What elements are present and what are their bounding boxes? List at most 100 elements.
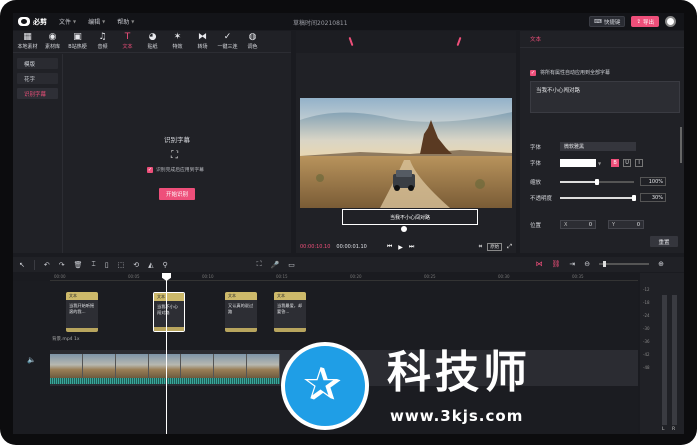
focus-icon[interactable]: ⛶: [257, 260, 262, 269]
start-recognition-button[interactable]: 开始识别: [159, 188, 195, 200]
crop-clip-icon[interactable]: ⬚: [118, 261, 125, 269]
tool-triple-like[interactable]: ✓ 一键三连: [215, 31, 240, 52]
marker-right-icon: [456, 36, 462, 47]
video-preview[interactable]: [300, 98, 512, 208]
side-tab-template[interactable]: 模版: [17, 58, 58, 69]
tool-sticker[interactable]: ◕ 贴纸: [140, 31, 165, 52]
tool-color[interactable]: ◍ 调色: [240, 31, 265, 52]
split-icon[interactable]: ⌶: [92, 260, 96, 269]
record-icon[interactable]: ▭: [288, 261, 295, 269]
zoom-slider[interactable]: [599, 261, 650, 267]
tool-bilibili[interactable]: ▣ B站热梗: [65, 31, 90, 52]
text-side-tabs: 模版 花字 识别字幕: [13, 54, 63, 253]
vu-scale: -12 -18 -24 -30 -36 -42 -48: [643, 283, 650, 374]
italic-button[interactable]: I: [635, 159, 644, 167]
preview-player: 当我不小心闯对路 00:00:10.10 00:00:01.10 ⏮ ▶ ⏭ ⌗…: [296, 31, 516, 253]
menu-file[interactable]: 文件 ▼: [59, 17, 76, 26]
export-button[interactable]: ⇪ 导出: [631, 16, 659, 27]
app-window: 必剪 文件 ▼ 编辑 ▼ 帮助 ▼ 草稿时间20210811 ⌨ 快捷键 ⇪ 导出 ▦ 本地…: [13, 13, 684, 434]
zoom-in-icon[interactable]: ⊕: [658, 260, 664, 268]
music-icon: ♫: [98, 32, 107, 42]
like-icon: ✓: [223, 32, 232, 42]
mirror-icon[interactable]: ◭: [148, 261, 153, 269]
reverse-icon[interactable]: ⟲: [133, 261, 139, 269]
apply-caption-checkbox[interactable]: ✓ 识别完成后应用到字幕: [147, 166, 204, 173]
speaker-icon[interactable]: 🔈: [27, 356, 37, 366]
menu-help[interactable]: 帮助 ▼: [117, 17, 134, 26]
font-label: 字体: [530, 144, 542, 151]
opacity-knob[interactable]: [632, 194, 636, 201]
scale-slider[interactable]: [560, 178, 634, 185]
rotate-handle-icon[interactable]: [401, 226, 407, 232]
clip-tag: 文本: [154, 293, 184, 301]
side-tab-recognize-caption[interactable]: 识别字幕: [17, 88, 58, 99]
zoom-out-icon[interactable]: ⊖: [584, 260, 590, 268]
tool-label: 本地素材: [17, 44, 38, 50]
fit-icon[interactable]: ⇥: [569, 260, 575, 268]
vu-tick: -18: [643, 300, 650, 305]
y-value: 0: [636, 221, 640, 228]
menu-edit[interactable]: 编辑 ▼: [88, 17, 105, 26]
snap-icon[interactable]: ⋈: [535, 260, 542, 268]
position-y-input[interactable]: Y0: [608, 220, 644, 229]
color-swatch[interactable]: [560, 159, 596, 167]
ruler-tick: 00:25: [424, 274, 436, 279]
frame: [82, 354, 116, 378]
frame: [115, 354, 149, 378]
underline-button[interactable]: U: [623, 159, 632, 167]
subtitle-overlay[interactable]: 当我不小心闯对路: [342, 209, 478, 225]
fullscreen-icon[interactable]: ⤢: [507, 243, 512, 251]
opacity-input[interactable]: 30%: [640, 193, 666, 202]
folder-icon: ▦: [23, 32, 32, 42]
side-tab-fancy-text[interactable]: 花字: [17, 73, 58, 84]
subtitle-text-input[interactable]: 当我不小心闯对路: [530, 81, 680, 113]
crop-icon[interactable]: ⌗: [479, 243, 482, 251]
text-clip-selected[interactable]: 文本 当我不小心闯对路: [153, 292, 185, 332]
tool-effect[interactable]: ✶ 特效: [165, 31, 190, 52]
pin-icon[interactable]: ⚲: [162, 261, 167, 269]
tool-transition[interactable]: ⧓ 转场: [190, 31, 215, 52]
avatar[interactable]: [665, 16, 676, 27]
tool-library[interactable]: ◉ 素材库: [40, 31, 65, 52]
scale-knob[interactable]: [595, 178, 599, 185]
playhead[interactable]: [166, 273, 167, 434]
properties-scrollbar[interactable]: [680, 127, 682, 163]
tool-audio[interactable]: ♫ 音频: [90, 31, 115, 52]
apply-all-checkbox[interactable]: ✓ 将所有属性自动应用到全部字幕: [530, 69, 610, 76]
text-clip[interactable]: 文本 又认真的说过路: [225, 292, 257, 332]
chevron-down-icon: ▼: [102, 19, 106, 24]
undo-icon[interactable]: ↶: [44, 261, 50, 269]
tool-local-media[interactable]: ▦ 本地素材: [15, 31, 40, 52]
pointer-icon[interactable]: ↖: [19, 261, 25, 269]
video-clip-frames[interactable]: [50, 354, 281, 378]
play-icon[interactable]: ▶: [398, 244, 403, 251]
delete-icon[interactable]: 🗑: [74, 261, 83, 269]
text-clip[interactable]: 文本 当我最爱，却要答...: [274, 292, 306, 332]
text-clip[interactable]: 文本 当我开始听摇滚的我...: [66, 292, 98, 332]
opacity-slider[interactable]: [560, 194, 636, 201]
next-icon[interactable]: ⏭: [409, 243, 414, 251]
tool-label: 文本: [122, 44, 133, 50]
position-row: 位置 X0 Y0: [530, 220, 656, 229]
scale-input[interactable]: 100%: [640, 177, 666, 186]
redo-icon[interactable]: ↷: [59, 261, 65, 269]
position-x-input[interactable]: X0: [560, 220, 596, 229]
player-controls: 00:00:10.10 00:00:01.10 ⏮ ▶ ⏭ ⌗ 原始 ⤢: [296, 241, 516, 253]
bold-button[interactable]: B: [611, 159, 620, 167]
apply-all-label: 将所有属性自动应用到全部字幕: [540, 70, 611, 76]
link-icon[interactable]: ⛓: [551, 260, 560, 268]
font-select[interactable]: 微软雅黑: [560, 142, 636, 151]
previous-icon[interactable]: ⏮: [387, 243, 392, 251]
reset-button[interactable]: 重置: [650, 236, 678, 247]
tool-label: 一键三连: [217, 44, 238, 50]
microphone-icon[interactable]: 🎤: [271, 261, 280, 269]
menu-label: 帮助: [117, 19, 130, 26]
clip-bar: [274, 328, 306, 332]
scale-fill: [560, 180, 597, 183]
freeze-icon[interactable]: ▯: [105, 261, 109, 269]
aspect-ratio-button[interactable]: 原始: [487, 243, 503, 251]
tool-text[interactable]: T 文本: [115, 31, 140, 52]
timeline-ruler[interactable]: 00:00 00:05 00:10 00:15 00:20 00:25 00:3…: [50, 273, 638, 281]
clip-bar: [154, 327, 184, 331]
shortcut-button[interactable]: ⌨ 快捷键: [588, 16, 626, 27]
